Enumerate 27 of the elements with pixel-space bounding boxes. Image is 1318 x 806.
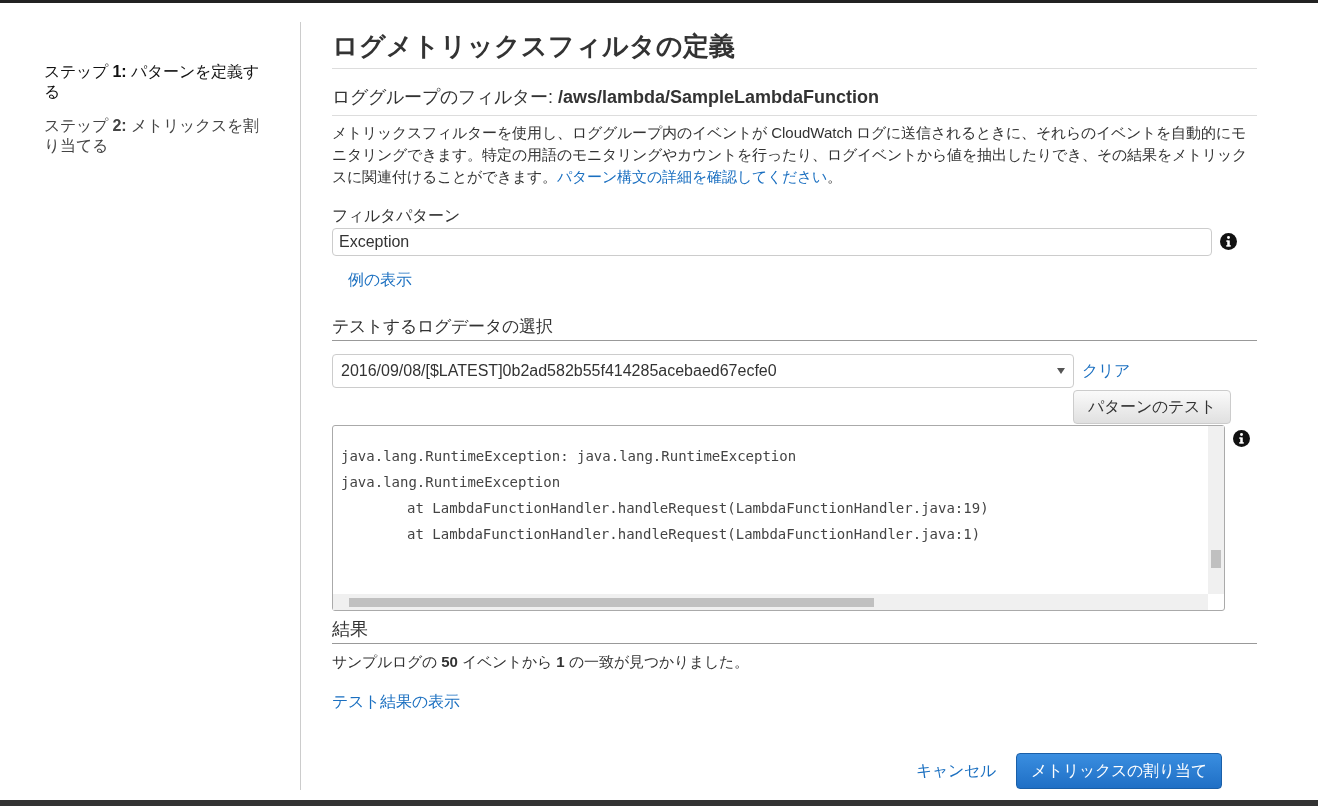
field-label: フィルタパターン (332, 206, 461, 226)
info-icon[interactable] (1233, 430, 1250, 447)
show-results-link[interactable]: テスト結果の表示 (332, 692, 460, 713)
cancel-link[interactable]: キャンセル (916, 760, 996, 782)
horizontal-scrollbar[interactable] (333, 594, 1208, 610)
log-line: at LambdaFunctionHandler.handleRequest(LambdaFunctionHandler.java:19) (406, 499, 990, 518)
syntax-link[interactable]: パターン構文の詳細を確認してください (557, 168, 827, 185)
log-line: java.lang.RuntimeException: java.lang.RuntimeException (341, 447, 798, 466)
caret-icon (1057, 368, 1065, 374)
test-pattern-button[interactable]: パターンのテスト (1073, 390, 1231, 424)
description-text: メトリックスフィルターを使用し、ロググループ内のイベントが CloudWatch ログに送信されるときに、それらのイベントを自動的にモニタリングできます。特定の用語のモニタリングやカウントを行ったり、ログイベントから値を抽出したりでき、その結果をメトリックスに関連付けることができます。パターン構文の詳細を確認してください。 (332, 123, 1248, 187)
show-examples-link[interactable]: 例の表示 (348, 270, 412, 291)
result-summary: サンプルログの 50 イベントから 1 の一致が見つかりました。 (332, 653, 750, 672)
filter-pattern-field[interactable]: Exception (332, 228, 1212, 256)
clear-link[interactable]: クリア (1082, 360, 1130, 382)
vertical-scrollbar[interactable] (1208, 426, 1224, 594)
page-title: ログメトリックスフィルタの定義 (332, 29, 1257, 69)
step-link[interactable]: ステップ 2: メトリックスを割り当てる (44, 116, 270, 156)
log-group-heading: ロググループのフィルター: /aws/lambda/SampleLambdaFunction (332, 85, 1257, 116)
section-heading: 結果 (332, 617, 1257, 644)
log-line: at LambdaFunctionHandler.handleRequest(LambdaFunctionHandler.java:1) (406, 525, 982, 544)
step-link[interactable]: ステップ 1: パターンを定義する (44, 62, 270, 102)
log-stream-dropdown[interactable]: 2016/09/08/[$LATEST]0b2ad582b55f414285acebaed67ecfe0 (332, 354, 1074, 388)
assign-metric-button[interactable]: メトリックスの割り当て (1016, 753, 1222, 789)
log-line: java.lang.RuntimeException (341, 473, 562, 492)
section-heading: テストするログデータの選択 (332, 315, 1257, 341)
info-icon[interactable] (1220, 233, 1237, 250)
